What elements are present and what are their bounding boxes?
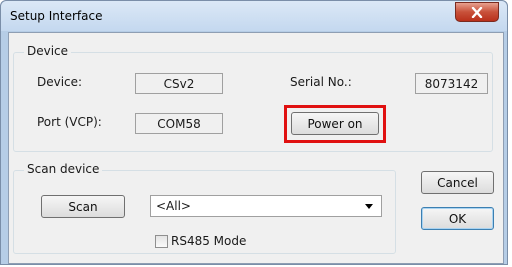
ok-button[interactable]: OK <box>421 207 494 230</box>
setup-interface-window: Setup Interface Device Device: CSv2 Seri… <box>0 0 508 265</box>
device-value-field: CSv2 <box>135 73 223 94</box>
device-group-label: Device <box>24 44 72 58</box>
chevron-down-icon <box>365 204 373 209</box>
close-button[interactable] <box>455 2 499 22</box>
scan-button[interactable]: Scan <box>41 195 125 218</box>
rs485-mode-checkbox[interactable] <box>155 235 168 248</box>
device-value: CSv2 <box>163 76 195 91</box>
window-title: Setup Interface <box>10 9 103 23</box>
device-label: Device: <box>37 75 83 89</box>
port-label: Port (VCP): <box>37 115 102 129</box>
serial-value-field: 8073142 <box>415 73 488 94</box>
port-value-field: COM58 <box>135 113 223 134</box>
title-bar: Setup Interface <box>1 1 507 31</box>
scan-group-label: Scan device <box>24 162 103 176</box>
close-icon <box>471 6 483 18</box>
serial-label: Serial No.: <box>290 75 352 89</box>
scan-device-group: Scan device Scan <All> RS485 Mode <box>13 162 396 254</box>
power-on-button[interactable]: Power on <box>291 112 379 135</box>
serial-value: 8073142 <box>424 76 479 91</box>
cancel-button[interactable]: Cancel <box>421 171 494 194</box>
dialog-body: Device Device: CSv2 Serial No.: 8073142 … <box>8 32 504 264</box>
rs485-mode-label: RS485 Mode <box>171 234 247 248</box>
device-filter-dropdown[interactable]: <All> <box>150 195 382 217</box>
port-value: COM58 <box>157 116 201 131</box>
device-group: Device Device: CSv2 Serial No.: 8073142 … <box>13 44 493 152</box>
device-filter-value: <All> <box>156 199 191 213</box>
